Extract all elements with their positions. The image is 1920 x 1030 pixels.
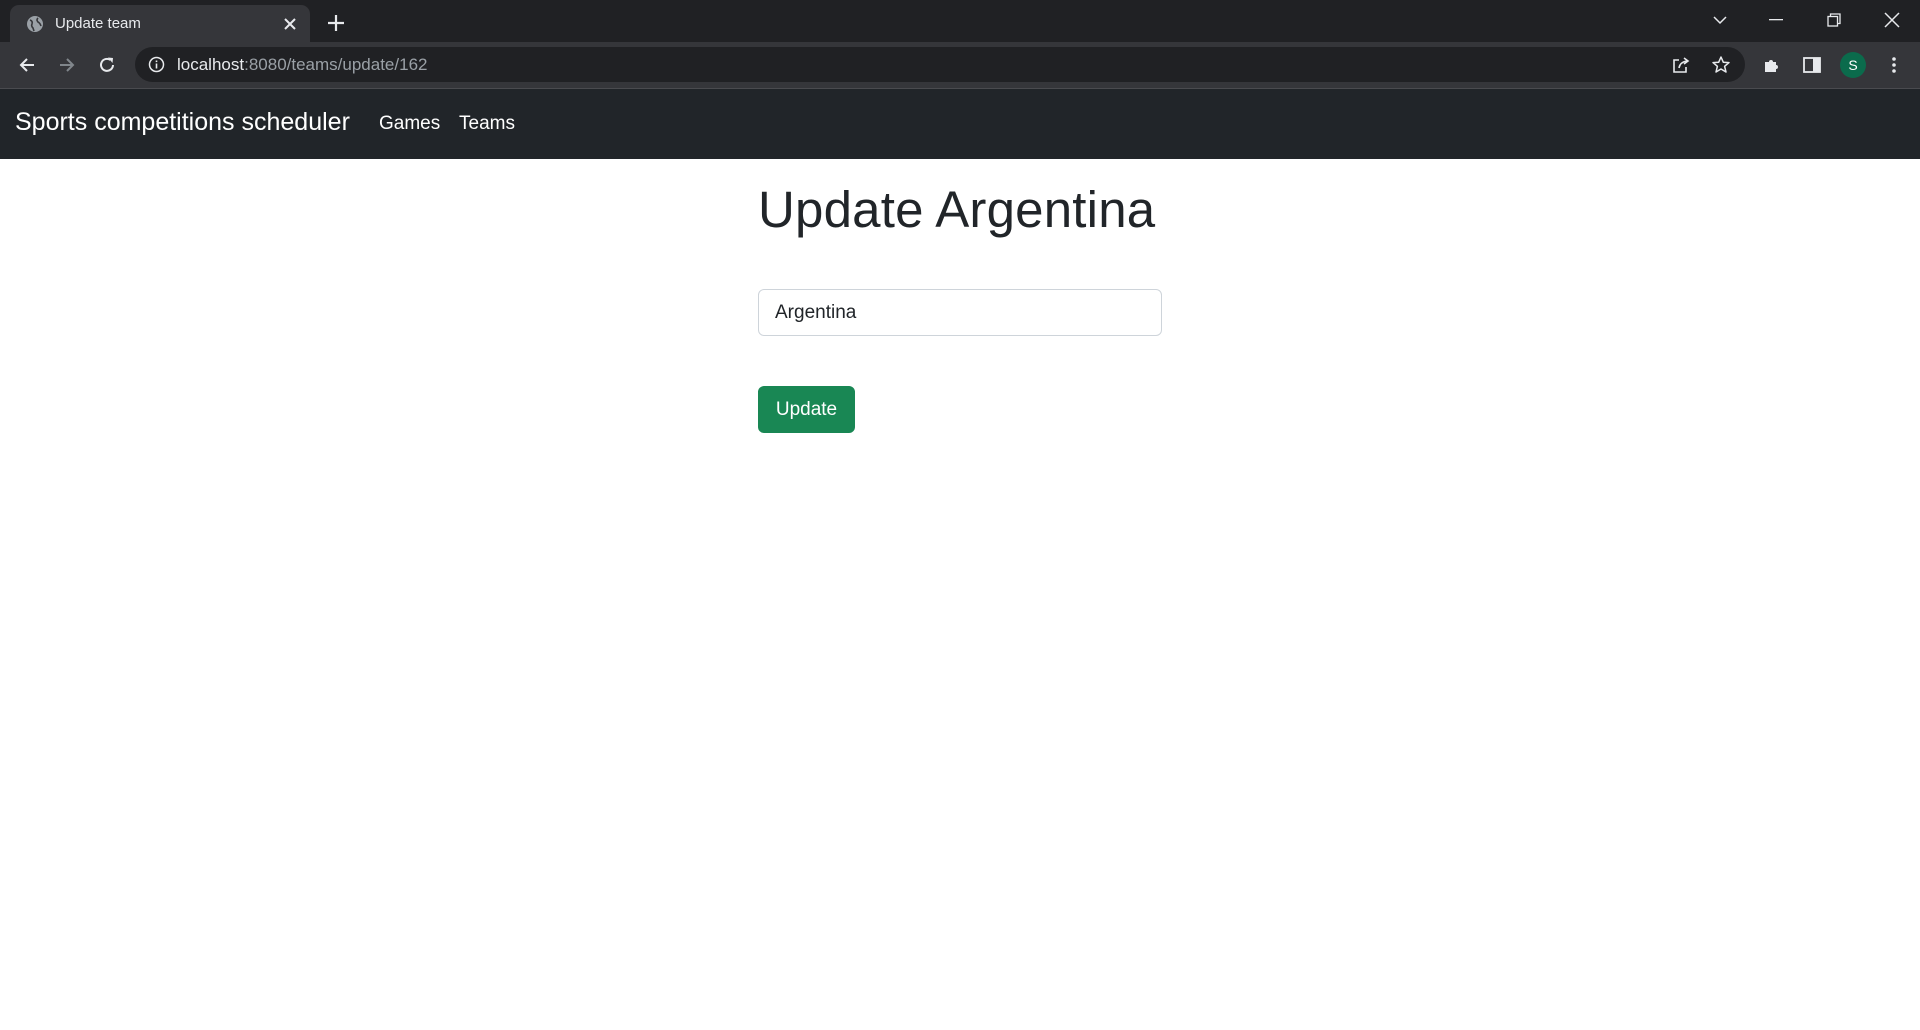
nav-link-games[interactable]: Games xyxy=(379,113,440,135)
back-arrow-icon[interactable] xyxy=(12,50,42,80)
navbar-brand[interactable]: Sports competitions scheduler xyxy=(15,108,350,137)
close-tab-icon[interactable] xyxy=(280,14,300,34)
update-button[interactable]: Update xyxy=(758,386,855,433)
tab-title: Update team xyxy=(55,15,141,32)
profile-avatar[interactable]: S xyxy=(1840,52,1866,78)
address-bar[interactable]: localhost:8080/teams/update/162 xyxy=(135,47,1745,82)
team-name-input[interactable] xyxy=(758,289,1162,336)
site-navbar: Sports competitions scheduler Games Team… xyxy=(0,89,1920,159)
kebab-menu-icon[interactable] xyxy=(1881,52,1907,78)
reload-icon[interactable] xyxy=(92,50,122,80)
close-window-icon[interactable] xyxy=(1864,0,1920,40)
minimize-icon[interactable] xyxy=(1748,0,1804,40)
extensions-puzzle-icon[interactable] xyxy=(1759,52,1785,78)
side-panel-icon[interactable] xyxy=(1799,52,1825,78)
share-icon[interactable] xyxy=(1670,54,1692,76)
globe-icon xyxy=(26,15,44,33)
forward-arrow-icon[interactable] xyxy=(52,50,82,80)
url-text: localhost:8080/teams/update/162 xyxy=(177,55,428,74)
bookmark-star-icon[interactable] xyxy=(1710,54,1732,76)
restore-icon[interactable] xyxy=(1806,0,1862,40)
browser-tab[interactable]: Update team xyxy=(10,5,310,42)
browser-toolbar: localhost:8080/teams/update/162 S xyxy=(0,42,1920,88)
site-info-icon[interactable] xyxy=(148,56,165,73)
browser-tabstrip: Update team xyxy=(0,0,1920,42)
new-tab-icon[interactable] xyxy=(322,9,350,37)
tab-search-icon[interactable] xyxy=(1692,0,1748,40)
page-title: Update Argentina xyxy=(758,181,1156,238)
nav-link-teams[interactable]: Teams xyxy=(459,113,515,135)
